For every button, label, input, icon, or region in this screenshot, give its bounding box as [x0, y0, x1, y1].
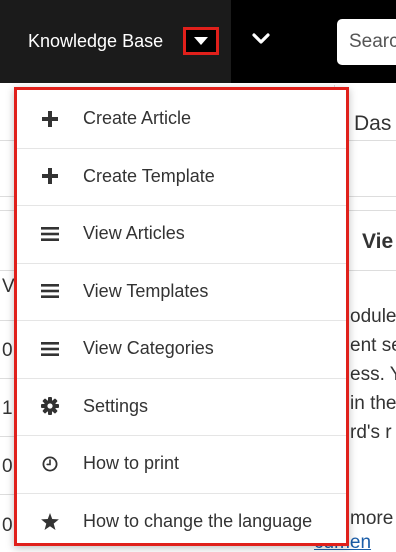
menu-item-create-article[interactable]: Create Article: [17, 90, 346, 148]
divider: [0, 378, 14, 379]
list-icon: [17, 226, 83, 241]
menu-item-view-articles[interactable]: View Articles: [17, 205, 346, 263]
more-modules-button[interactable]: [243, 27, 279, 55]
menu-item-settings[interactable]: Settings: [17, 378, 346, 436]
list-icon: [17, 341, 83, 356]
menu-item-view-categories[interactable]: View Categories: [17, 320, 346, 378]
global-search-input[interactable]: Searc: [337, 19, 396, 65]
menu-item-label: How to change the language: [83, 510, 313, 531]
module-tab-label: Knowledge Base: [28, 31, 164, 51]
more-text: more: [350, 508, 394, 529]
list-icon: [17, 284, 83, 299]
paragraph-line: rd's r: [350, 422, 392, 443]
menu-item-create-template[interactable]: Create Template: [17, 148, 346, 206]
menu-item-label: Settings: [83, 395, 149, 416]
caret-down-icon: [194, 32, 208, 50]
paragraph-line: odule: [350, 306, 396, 327]
menu-item-view-templates[interactable]: View Templates: [17, 263, 346, 321]
row-label: 0: [2, 340, 13, 361]
menu-item-label: View Articles: [83, 223, 185, 244]
plus-icon: [17, 110, 83, 127]
menu-item-label: Create Template: [83, 165, 215, 186]
menu-item-how-to-change-language[interactable]: How to change the language: [17, 493, 346, 551]
divider: [0, 494, 14, 495]
star-icon: [17, 512, 83, 530]
paragraph-line: ent se: [350, 335, 396, 356]
module-dropdown-menu: Create Article Create Template View Arti…: [14, 87, 349, 546]
row-label: 1: [2, 398, 13, 419]
menu-item-how-to-print[interactable]: How to print: [17, 435, 346, 493]
section-title: Vie: [362, 230, 394, 253]
menu-item-label: View Templates: [83, 280, 209, 301]
page: Das Vie V 0 1 0 0 odule ent se ess. Y in…: [0, 0, 396, 552]
clock-icon: [17, 456, 83, 472]
module-tab-knowledge-base[interactable]: Knowledge Base: [0, 0, 231, 83]
row-label: 0: [2, 456, 13, 477]
row-label: 0: [2, 515, 13, 536]
module-menu-toggle-button[interactable]: [183, 27, 219, 55]
paragraph-line: ess. Y: [350, 364, 396, 385]
menu-item-label: How to print: [83, 453, 180, 474]
row-label: V: [2, 276, 15, 297]
menu-item-label: View Categories: [83, 338, 214, 359]
divider: [0, 436, 14, 437]
plus-icon: [17, 168, 83, 185]
menu-item-label: Create Article: [83, 108, 192, 129]
chevron-down-icon: [252, 32, 270, 50]
gear-icon: [17, 397, 83, 416]
paragraph-line: in the: [350, 393, 396, 414]
top-navbar: Knowledge Base Searc: [0, 0, 396, 83]
breadcrumb-title: Das: [354, 112, 392, 135]
search-placeholder: Searc: [349, 31, 396, 52]
divider: [0, 320, 14, 321]
